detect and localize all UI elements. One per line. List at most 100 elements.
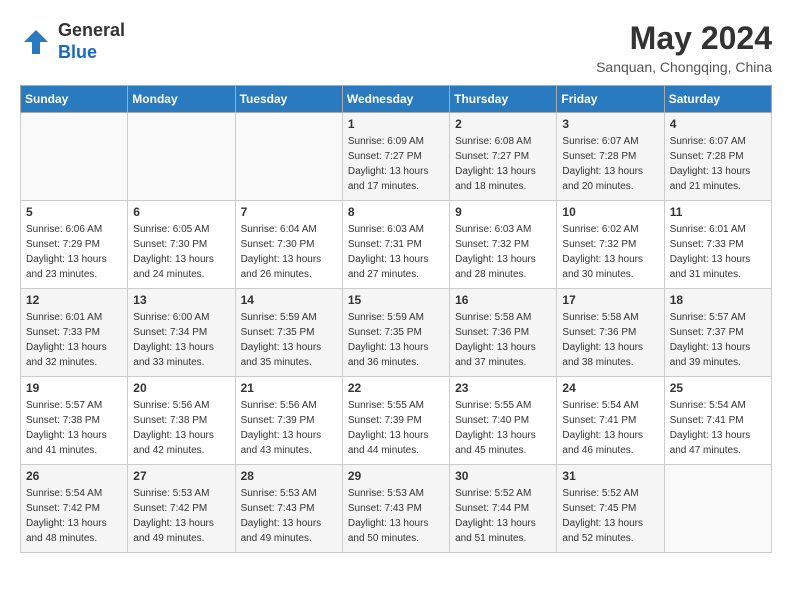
day-number: 5 [26, 205, 122, 219]
calendar-cell: 17Sunrise: 5:58 AMSunset: 7:36 PMDayligh… [557, 289, 664, 377]
calendar-cell: 16 Sunrise: 5:58 AMSunset: 7:36 PMDayligh… [450, 289, 557, 377]
calendar-week-row: 12 Sunrise: 6:01 AMSunset: 7:33 PMDayligh… [21, 289, 772, 377]
day-number: 11 [670, 205, 766, 219]
day-number: 13 [133, 293, 229, 307]
day-info: Sunrise: 5:56 AMSunset: 7:38 PMDaylight:… [133, 398, 229, 458]
day-number: 9 [455, 205, 551, 219]
logo-text: General Blue [58, 20, 125, 63]
day-number: 1 [348, 117, 444, 131]
day-number: 28 [241, 469, 337, 483]
day-number: 24 [562, 381, 658, 395]
calendar-cell: 25 Sunrise: 5:54 AMSunset: 7:41 PMDayligh… [664, 377, 771, 465]
day-number: 6 [133, 205, 229, 219]
calendar-cell: 11 Sunrise: 6:01 AMSunset: 7:33 PMDayligh… [664, 201, 771, 289]
logo-general: General [58, 20, 125, 40]
calendar-week-row: 26 Sunrise: 5:54 AMSunset: 7:42 PMDayligh… [21, 465, 772, 553]
calendar-cell [235, 113, 342, 201]
calendar-cell [21, 113, 128, 201]
day-of-week-header: Sunday [21, 86, 128, 113]
month-year: May 2024 [596, 20, 772, 57]
calendar-cell: 30 Sunrise: 5:52 AMSunset: 7:44 PMDayligh… [450, 465, 557, 553]
day-number: 18 [670, 293, 766, 307]
day-number: 31 [562, 469, 658, 483]
day-number: 29 [348, 469, 444, 483]
day-info: Sunrise: 6:03 AMSunset: 7:32 PMDaylight:… [455, 222, 551, 282]
day-number: 27 [133, 469, 229, 483]
day-info: Sunrise: 5:54 AMSunset: 7:41 PMDaylight:… [670, 398, 766, 458]
day-number: 30 [455, 469, 551, 483]
day-of-week-header: Tuesday [235, 86, 342, 113]
day-number: 4 [670, 117, 766, 131]
day-of-week-header: Friday [557, 86, 664, 113]
day-info: Sunrise: 6:00 AMSunset: 7:34 PMDaylight:… [133, 310, 229, 370]
calendar-cell: 24Sunrise: 5:54 AMSunset: 7:41 PMDayligh… [557, 377, 664, 465]
day-header-row: SundayMondayTuesdayWednesdayThursdayFrid… [21, 86, 772, 113]
day-info: Sunrise: 5:52 AMSunset: 7:45 PMDaylight:… [562, 486, 658, 546]
calendar-table: SundayMondayTuesdayWednesdayThursdayFrid… [20, 85, 772, 553]
day-number: 14 [241, 293, 337, 307]
calendar-cell: 20Sunrise: 5:56 AMSunset: 7:38 PMDayligh… [128, 377, 235, 465]
calendar-cell: 19 Sunrise: 5:57 AMSunset: 7:38 PMDayligh… [21, 377, 128, 465]
day-number: 3 [562, 117, 658, 131]
day-info: Sunrise: 6:01 AMSunset: 7:33 PMDaylight:… [26, 310, 122, 370]
day-info: Sunrise: 5:53 AMSunset: 7:43 PMDaylight:… [241, 486, 337, 546]
page-header: General Blue May 2024 Sanquan, Chongqing… [20, 20, 772, 75]
calendar-week-row: 19 Sunrise: 5:57 AMSunset: 7:38 PMDayligh… [21, 377, 772, 465]
calendar-cell [128, 113, 235, 201]
calendar-cell: 23Sunrise: 5:55 AMSunset: 7:40 PMDayligh… [450, 377, 557, 465]
day-of-week-header: Thursday [450, 86, 557, 113]
day-info: Sunrise: 5:54 AMSunset: 7:42 PMDaylight:… [26, 486, 122, 546]
day-info: Sunrise: 5:57 AMSunset: 7:37 PMDaylight:… [670, 310, 766, 370]
day-info: Sunrise: 5:56 AMSunset: 7:39 PMDaylight:… [241, 398, 337, 458]
calendar-week-row: 5Sunrise: 6:06 AMSunset: 7:29 PMDaylight… [21, 201, 772, 289]
day-info: Sunrise: 5:53 AMSunset: 7:43 PMDaylight:… [348, 486, 444, 546]
day-number: 19 [26, 381, 122, 395]
day-number: 21 [241, 381, 337, 395]
day-of-week-header: Monday [128, 86, 235, 113]
location: Sanquan, Chongqing, China [596, 59, 772, 75]
calendar-week-row: 1 Sunrise: 6:09 AMSunset: 7:27 PMDaylight… [21, 113, 772, 201]
calendar-cell [664, 465, 771, 553]
day-info: Sunrise: 6:04 AMSunset: 7:30 PMDaylight:… [241, 222, 337, 282]
day-number: 2 [455, 117, 551, 131]
day-info: Sunrise: 6:02 AMSunset: 7:32 PMDaylight:… [562, 222, 658, 282]
calendar-cell: 4 Sunrise: 6:07 AMSunset: 7:28 PMDaylight… [664, 113, 771, 201]
day-number: 7 [241, 205, 337, 219]
calendar-cell: 22Sunrise: 5:55 AMSunset: 7:39 PMDayligh… [342, 377, 449, 465]
day-info: Sunrise: 6:07 AMSunset: 7:28 PMDaylight:… [670, 134, 766, 194]
day-info: Sunrise: 5:53 AMSunset: 7:42 PMDaylight:… [133, 486, 229, 546]
day-of-week-header: Saturday [664, 86, 771, 113]
day-number: 25 [670, 381, 766, 395]
calendar-cell: 7 Sunrise: 6:04 AMSunset: 7:30 PMDaylight… [235, 201, 342, 289]
day-number: 12 [26, 293, 122, 307]
day-number: 26 [26, 469, 122, 483]
calendar-cell: 21 Sunrise: 5:56 AMSunset: 7:39 PMDayligh… [235, 377, 342, 465]
logo: General Blue [20, 20, 125, 63]
day-info: Sunrise: 5:52 AMSunset: 7:44 PMDaylight:… [455, 486, 551, 546]
day-info: Sunrise: 6:01 AMSunset: 7:33 PMDaylight:… [670, 222, 766, 282]
day-info: Sunrise: 5:59 AMSunset: 7:35 PMDaylight:… [348, 310, 444, 370]
day-info: Sunrise: 5:57 AMSunset: 7:38 PMDaylight:… [26, 398, 122, 458]
day-number: 22 [348, 381, 444, 395]
day-of-week-header: Wednesday [342, 86, 449, 113]
logo-blue: Blue [58, 42, 97, 62]
calendar-cell: 31 Sunrise: 5:52 AMSunset: 7:45 PMDayligh… [557, 465, 664, 553]
day-info: Sunrise: 6:09 AMSunset: 7:27 PMDaylight:… [348, 134, 444, 194]
calendar-cell: 12 Sunrise: 6:01 AMSunset: 7:33 PMDayligh… [21, 289, 128, 377]
calendar-cell: 27 Sunrise: 5:53 AMSunset: 7:42 PMDayligh… [128, 465, 235, 553]
calendar-cell: 9 Sunrise: 6:03 AMSunset: 7:32 PMDaylight… [450, 201, 557, 289]
calendar-cell: 1 Sunrise: 6:09 AMSunset: 7:27 PMDaylight… [342, 113, 449, 201]
calendar-cell: 6Sunrise: 6:05 AMSunset: 7:30 PMDaylight… [128, 201, 235, 289]
calendar-cell: 29 Sunrise: 5:53 AMSunset: 7:43 PMDayligh… [342, 465, 449, 553]
day-number: 10 [562, 205, 658, 219]
calendar-cell: 5Sunrise: 6:06 AMSunset: 7:29 PMDaylight… [21, 201, 128, 289]
calendar-cell: 15Sunrise: 5:59 AMSunset: 7:35 PMDayligh… [342, 289, 449, 377]
logo-icon [20, 26, 52, 58]
day-info: Sunrise: 5:55 AMSunset: 7:40 PMDaylight:… [455, 398, 551, 458]
calendar-cell: 13 Sunrise: 6:00 AMSunset: 7:34 PMDayligh… [128, 289, 235, 377]
day-info: Sunrise: 5:58 AMSunset: 7:36 PMDaylight:… [455, 310, 551, 370]
day-info: Sunrise: 5:59 AMSunset: 7:35 PMDaylight:… [241, 310, 337, 370]
day-number: 8 [348, 205, 444, 219]
calendar-cell: 10 Sunrise: 6:02 AMSunset: 7:32 PMDayligh… [557, 201, 664, 289]
day-number: 16 [455, 293, 551, 307]
